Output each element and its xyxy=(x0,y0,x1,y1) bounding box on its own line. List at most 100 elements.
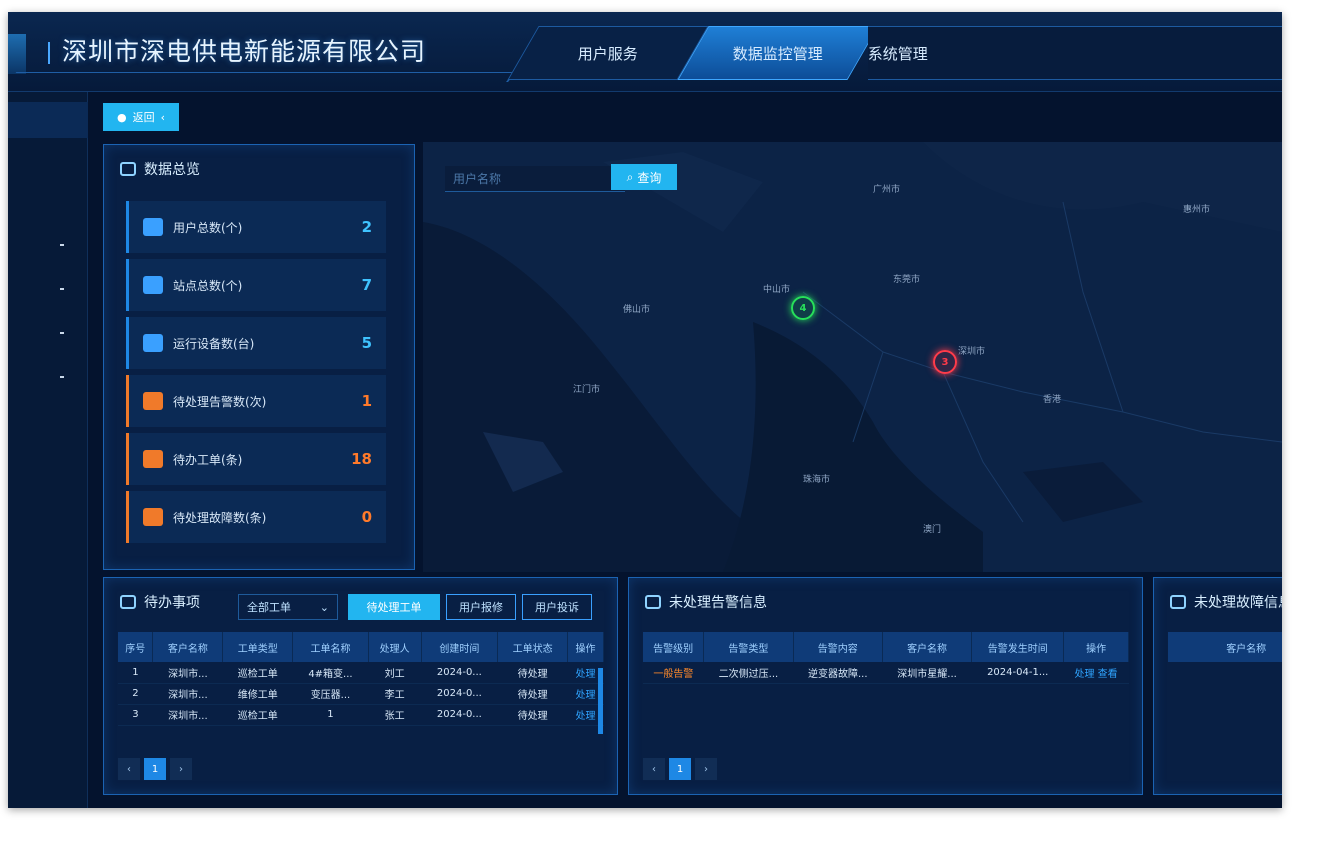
column-header: 告警内容 xyxy=(793,632,883,662)
tab-user-complaint[interactable]: 用户投诉 xyxy=(522,594,592,620)
alarm-title-text: 未处理告警信息 xyxy=(669,595,767,611)
map-marker-normal[interactable]: 4 xyxy=(791,296,815,320)
column-header: 处理人 xyxy=(368,632,422,662)
home-icon xyxy=(143,276,163,294)
title-decoration xyxy=(8,72,517,82)
map-search-input[interactable]: 用户名称 xyxy=(445,166,625,192)
users-icon xyxy=(143,218,163,236)
todo-table-wrap: 序号 客户名称 工单类型 工单名称 处理人 创建时间 工单状态 操作 1 深圳市... 巡检工单 4… xyxy=(118,632,604,742)
sidebar-item[interactable] xyxy=(60,376,64,378)
map-marker-alarm[interactable]: 3 xyxy=(933,350,957,374)
alarm-pager: ‹ 1 › xyxy=(643,758,717,780)
table-cell: 深圳市... xyxy=(152,662,223,684)
tab-system-admin[interactable]: 系统管理 xyxy=(797,26,998,80)
column-header: 工单类型 xyxy=(222,632,294,662)
map-search-button[interactable]: ⌕ 查询 xyxy=(611,164,677,190)
order-type-select[interactable]: 全部工单 ⌄ xyxy=(238,594,338,620)
scrollbar[interactable] xyxy=(598,668,603,734)
map-label: 江门市 xyxy=(573,385,601,395)
column-header: 告警类型 xyxy=(703,632,794,662)
overview-title: 数据总览 xyxy=(120,159,200,179)
sidebar-item[interactable] xyxy=(60,288,64,290)
page-button[interactable]: 1 xyxy=(144,758,166,780)
column-header: 客户名称 xyxy=(152,632,224,662)
table-cell: 2024-0... xyxy=(421,683,498,705)
search-icon: ⌕ xyxy=(626,169,634,184)
todo-panel: 待办事项 全部工单 ⌄ 待处理工单 用户报修 用户投诉 序号 客户名称 工单类型 工单… xyxy=(103,577,618,795)
prev-page-button[interactable]: ‹ xyxy=(118,758,140,780)
map-label: 佛山市 xyxy=(623,305,651,315)
select-value: 全部工单 xyxy=(247,601,291,614)
table-cell: 2024-0... xyxy=(421,662,498,684)
table-cell: 1 xyxy=(118,662,153,684)
prev-page-button[interactable]: ‹ xyxy=(643,758,665,780)
next-page-button[interactable]: › xyxy=(170,758,192,780)
marker-count: 4 xyxy=(799,302,807,314)
logo-icon xyxy=(8,34,26,74)
alarm-table-wrap: 告警级别 告警类型 告警内容 客户名称 告警发生时间 操作 一般告警 二次侧过压... 逆变器… xyxy=(643,632,1129,712)
stat-value: 18 xyxy=(351,450,372,468)
column-header: 序号 xyxy=(118,632,154,662)
stat-label: 站点总数(个) xyxy=(173,278,243,293)
fault-table: 客户名称告 xyxy=(1168,632,1282,662)
sidebar-item[interactable] xyxy=(60,244,64,246)
back-button[interactable]: ● 返回 ‹ xyxy=(103,103,179,131)
table-cell: 1 xyxy=(292,704,369,726)
table-cell: 张工 xyxy=(368,704,422,726)
table-header: 序号 客户名称 工单类型 工单名称 处理人 创建时间 工单状态 操作 xyxy=(118,632,604,662)
marker-count: 3 xyxy=(941,356,949,368)
tab-pending-orders[interactable]: 待处理工单 xyxy=(348,594,440,620)
overview-title-text: 数据总览 xyxy=(144,162,200,178)
fault-title: 未处理故障信息 xyxy=(1170,592,1282,612)
column-header: 操作 xyxy=(567,632,604,662)
table-row: 2 深圳市... 维修工单 变压器... 李工 2024-0... 待处理 处理 xyxy=(118,683,604,705)
map-background xyxy=(423,142,1282,572)
map-label: 中山市 xyxy=(763,285,791,295)
sidebar-item-active[interactable] xyxy=(8,102,88,138)
table-row: 1 深圳市... 巡检工单 4#箱变... 刘工 2024-0... 待处理 处理 xyxy=(118,662,604,684)
fault-icon xyxy=(143,508,163,526)
table-cell: 巡检工单 xyxy=(222,662,293,684)
chevron-down-icon: ⌄ xyxy=(319,600,329,614)
row-action-button[interactable]: 处理 查看 xyxy=(1063,662,1129,684)
column-header: 创建时间 xyxy=(421,632,499,662)
map-label: 澳门 xyxy=(923,525,942,535)
map-label: 惠州市 xyxy=(1183,205,1211,215)
monitor-icon xyxy=(645,595,661,609)
table-body: 一般告警 二次侧过压... 逆变器故障... 深圳市星耀... 2024-04-1...… xyxy=(643,662,1129,684)
table-cell: 2 xyxy=(118,683,153,705)
table-cell: 巡检工单 xyxy=(222,704,293,726)
stat-value: 1 xyxy=(361,392,372,410)
column-header: 客户名称 xyxy=(882,632,973,662)
table-row: 3 深圳市... 巡检工单 1 张工 2024-0... 待处理 处理 xyxy=(118,704,604,726)
dot-icon: ● xyxy=(116,110,127,124)
chevron-left-icon: ‹ xyxy=(160,110,165,124)
sidebar-item[interactable] xyxy=(60,332,64,334)
stat-value: 0 xyxy=(361,508,372,526)
tab-user-service[interactable]: 用户服务 xyxy=(507,26,709,80)
tab-user-repair[interactable]: 用户报修 xyxy=(446,594,516,620)
table-cell: 2024-0... xyxy=(421,704,498,726)
stat-label: 待办工单(条) xyxy=(173,452,243,467)
back-label: 返回 xyxy=(132,111,155,124)
table-cell: 待处理 xyxy=(497,683,568,705)
table-cell: 维修工单 xyxy=(222,683,293,705)
map-view[interactable]: 用户名称 ⌕ 查询 中山市 东莞市 深圳市 惠州市 广州市 佛山市 江门市 香港… xyxy=(423,142,1282,572)
alarm-table: 告警级别 告警类型 告警内容 客户名称 告警发生时间 操作 一般告警 二次侧过压... 逆变器… xyxy=(643,632,1129,684)
stat-value: 2 xyxy=(361,218,372,236)
stat-site-count: 站点总数(个) 7 xyxy=(126,259,386,311)
monitor-icon xyxy=(120,162,136,176)
table-cell: 李工 xyxy=(368,683,422,705)
stat-label: 待处理告警数(次) xyxy=(173,394,267,409)
column-header: 客户名称 xyxy=(1168,632,1282,662)
table-cell: 深圳市... xyxy=(152,704,223,726)
fault-title-text: 未处理故障信息 xyxy=(1194,595,1282,611)
column-header: 工单名称 xyxy=(292,632,369,662)
page-button[interactable]: 1 xyxy=(669,758,691,780)
alarm-title: 未处理告警信息 xyxy=(645,592,767,612)
table-cell: 二次侧过压... xyxy=(703,662,794,684)
next-page-button[interactable]: › xyxy=(695,758,717,780)
todo-title: 待办事项 xyxy=(120,592,200,612)
table-row: 一般告警 二次侧过压... 逆变器故障... 深圳市星耀... 2024-04-1...… xyxy=(643,662,1129,684)
tab-label: 系统管理 xyxy=(867,44,928,63)
